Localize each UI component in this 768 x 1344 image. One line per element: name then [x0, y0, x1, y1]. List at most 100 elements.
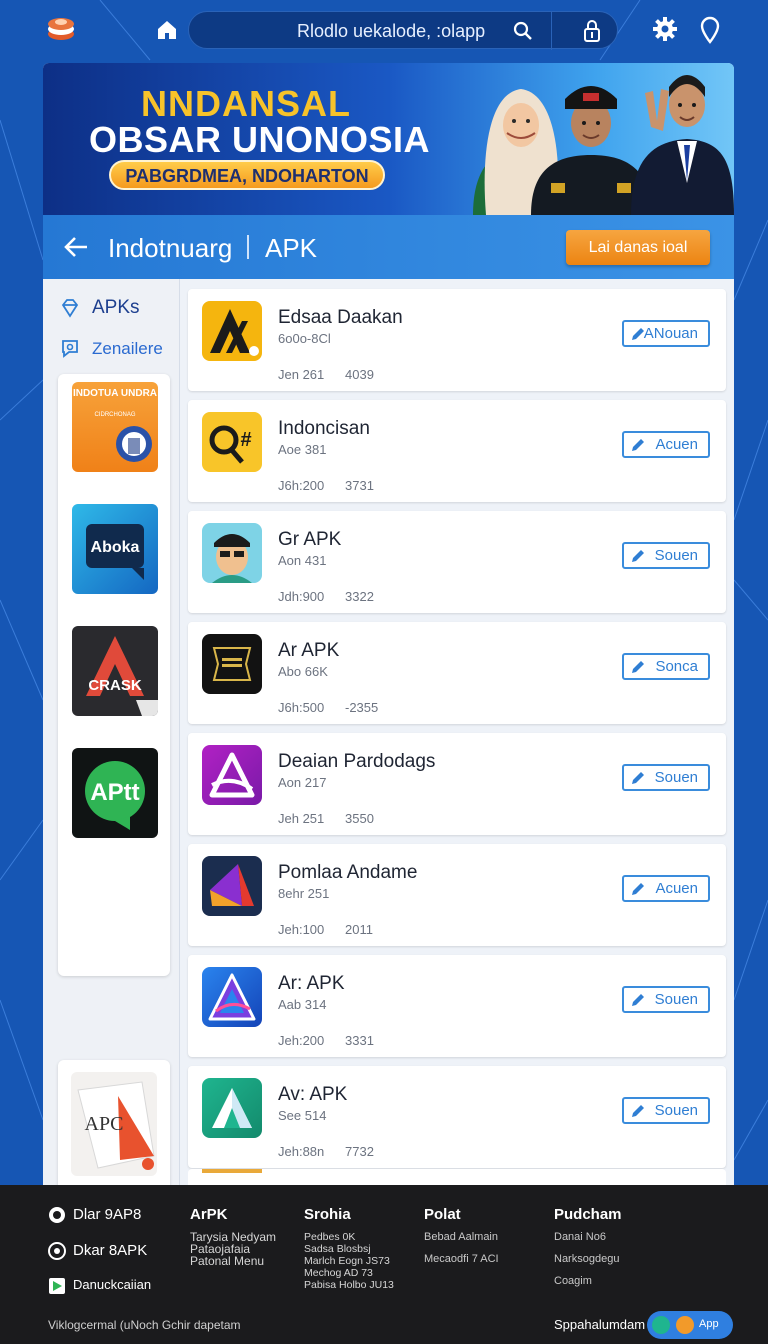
featured-card-title: APC	[85, 1113, 124, 1135]
location-pin-icon[interactable]	[698, 16, 722, 44]
download-button[interactable]: Souen	[622, 542, 710, 569]
partial-icon	[202, 1169, 262, 1173]
app-name: Ar APK	[278, 640, 340, 661]
list-item[interactable]: Deaian Pardodags Aon 217 Jeh 251 3550 So…	[188, 733, 726, 835]
featured-app-card[interactable]: Aboka	[72, 504, 158, 594]
logo-icon[interactable]	[46, 14, 76, 44]
app-triangle-purple-icon	[209, 752, 255, 798]
footer-link[interactable]: Coagim	[554, 1275, 622, 1287]
footer-app-pill[interactable]: App	[647, 1311, 733, 1339]
featured-card-title: Aboka	[91, 539, 140, 556]
pencil-icon	[632, 772, 644, 784]
footer-app-link[interactable]: Dlar 9AP8	[48, 1205, 188, 1227]
featured-app-card[interactable]: APtt	[72, 748, 158, 838]
app-name: Pomlaa Andame	[278, 862, 418, 883]
footer-link[interactable]: Pabisa Holbo JU13	[304, 1279, 394, 1291]
download-button[interactable]: Sonca	[622, 653, 710, 680]
sidebar-item-zenailere[interactable]: Zenailere	[59, 335, 179, 361]
lock-icon[interactable]	[582, 20, 602, 42]
app-meta-count: 3550	[345, 811, 374, 826]
apc-app-icon: APC	[71, 1072, 157, 1176]
footer-column-heading: Polat	[424, 1206, 461, 1223]
search-bar[interactable]: Rlodlo uekalode, :olapp	[188, 11, 618, 50]
footer-column-polat: Polat Bebad Aalmain Mecaodfi 7 ACI	[424, 1206, 499, 1265]
footer-copyright: Viklogcermal (uNoch Gchir dapetam	[48, 1318, 241, 1332]
footer-link[interactable]: Marlch Eogn JS73	[304, 1255, 394, 1267]
list-item[interactable]: Av: APK See 514 Jeh:88n 7732 Souen	[188, 1066, 726, 1168]
pencil-icon	[632, 328, 644, 340]
search-divider	[551, 12, 552, 50]
app-flag-icon	[212, 647, 252, 681]
download-button-label: ANouan	[643, 325, 698, 342]
page-title-apk: APK	[265, 233, 318, 263]
back-arrow-icon[interactable]	[63, 235, 89, 259]
featured-card-sub: CIDRCHONAG	[94, 412, 135, 418]
list-item[interactable]: Edsaa Daakan 6o0o-8Cl Jen 261 4039 ANoua…	[188, 289, 726, 391]
app-triangle-green-icon	[212, 1088, 252, 1128]
search-icon[interactable]	[513, 21, 533, 41]
list-item[interactable]: Pomlaa Andame 8ehr 251 Jeh:100 2011 Acue…	[188, 844, 726, 946]
download-button[interactable]: Acuen	[622, 431, 710, 458]
app-meta-count: 7732	[345, 1144, 374, 1159]
footer-app-link[interactable]: Dkar 8APK	[48, 1241, 188, 1263]
footer-column-arpk: ArPK Tarysia Nedyam Pataojafaia Patonal …	[190, 1206, 276, 1267]
list-item[interactable]: # Indoncisan Aoe 381 J6h:200 3731 Acuen	[188, 400, 726, 502]
featured-app-card[interactable]: CRASK	[72, 626, 158, 716]
footer-app-label: Dkar 8APK	[73, 1242, 148, 1259]
list-item[interactable]: Gr APK Aon 431 Jdh:900 3322 Souen	[188, 511, 726, 613]
app-meta-date: J6h:200	[278, 478, 325, 493]
footer-link[interactable]: Pedbes 0K	[304, 1231, 394, 1243]
footer-link[interactable]: Patonal Menu	[190, 1255, 276, 1267]
footer-link[interactable]: Danai No6	[554, 1231, 622, 1243]
app-icon: #	[202, 412, 262, 472]
download-button-label: Souen	[654, 769, 698, 786]
orange-dot-icon	[676, 1316, 694, 1334]
app-q-icon: #	[209, 425, 252, 464]
home-icon[interactable]	[155, 18, 179, 42]
app-version: See 514	[278, 1108, 327, 1123]
app-version: Aon 217	[278, 775, 327, 790]
app-meta-date: Jeh 251	[278, 811, 325, 826]
app-name: Edsaa Daakan	[278, 307, 403, 328]
app-meta-date: Jen 261	[278, 367, 325, 382]
list-item[interactable]: Ar: APK Aab 314 Jeh:200 3331 Souen	[188, 955, 726, 1057]
featured-card-title: APtt	[90, 779, 139, 806]
app-badge-icon	[49, 1207, 65, 1223]
featured-app-card[interactable]: APC	[58, 1060, 170, 1185]
pencil-icon	[632, 1105, 644, 1117]
pencil-icon	[632, 550, 644, 562]
footer-link[interactable]: Sadsa Blosbsj	[304, 1243, 394, 1255]
footer-link[interactable]: Mechog AD 73	[304, 1267, 394, 1279]
header-action-button[interactable]: Lai danas ioal	[566, 230, 710, 265]
featured-app-card[interactable]: INDOTUA UNDRA CIDRCHONAG	[72, 382, 158, 472]
footer-app-link[interactable]: Danuckcaiian	[48, 1276, 188, 1298]
list-item-partial[interactable]	[188, 1169, 726, 1185]
app-name: Gr APK	[278, 529, 342, 550]
gear-icon[interactable]	[652, 16, 678, 42]
download-button[interactable]: Souen	[622, 1097, 710, 1124]
sidebar-item-label: APKs	[92, 297, 140, 318]
download-button-label: Acuen	[655, 880, 698, 897]
footer-link[interactable]: Mecaodfi 7 ACI	[424, 1253, 499, 1265]
app-name: Deaian Pardodags	[278, 751, 436, 772]
list-item[interactable]: Ar APK Abo 66K J6h:500 -2355 Sonca	[188, 622, 726, 724]
footer-link[interactable]: Narksogdegu	[554, 1253, 622, 1265]
banner-pill[interactable]: PABGRDMEA, NDOHARTON	[109, 160, 385, 190]
download-button[interactable]: Souen	[622, 986, 710, 1013]
svg-text:#: #	[240, 429, 251, 451]
hero-banner[interactable]: NNDANSAL OBSAR UNONOSIA PABGRDMEA, NDOHA…	[43, 63, 734, 215]
app-version: 8ehr 251	[278, 886, 330, 901]
sidebar-item-apks[interactable]: APKs	[59, 295, 179, 321]
app-meta-count: -2355	[345, 700, 379, 715]
download-button[interactable]: Souen	[622, 764, 710, 791]
download-button[interactable]: Acuen	[622, 875, 710, 902]
play-store-icon	[49, 1278, 65, 1294]
app-meta-date: Jeh:100	[278, 922, 325, 937]
app-meta-date: Jdh:900	[278, 589, 325, 604]
banner-people-image	[473, 75, 734, 215]
download-button[interactable]: ANouan	[622, 320, 710, 347]
app-icon	[202, 1078, 262, 1138]
footer-link[interactable]: Bebad Aalmain	[424, 1231, 499, 1243]
search-input[interactable]: Rlodlo uekalode, :olapp	[297, 21, 485, 42]
footer-column-pudcham: Pudcham Danai No6 Narksogdegu Coagim	[554, 1206, 622, 1287]
